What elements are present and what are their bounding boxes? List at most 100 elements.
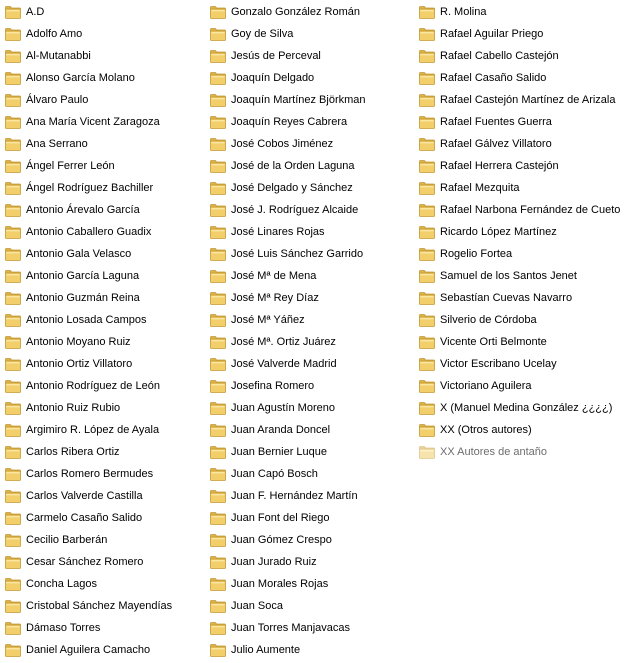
folder-icon: [5, 225, 21, 239]
folder-item[interactable]: Juan Torres Manjavacas: [210, 617, 410, 639]
folder-item[interactable]: Rafael Castejón Martínez de Arizala: [419, 89, 632, 111]
folder-item[interactable]: Goy de Silva: [210, 23, 410, 45]
folder-item[interactable]: Joaquín Martínez Björkman: [210, 89, 410, 111]
folder-item[interactable]: Juan Aranda Doncel: [210, 419, 410, 441]
folder-icon: [5, 27, 21, 41]
folder-item[interactable]: Daniel Aguilera Camacho: [5, 639, 205, 661]
folder-item[interactable]: Alonso García Molano: [5, 67, 205, 89]
folder-item[interactable]: José Mª Yáñez: [210, 309, 410, 331]
folder-item[interactable]: José Valverde Madrid: [210, 353, 410, 375]
folder-item[interactable]: José Mª. Ortiz Juárez: [210, 331, 410, 353]
folder-item[interactable]: Victoriano Aguilera: [419, 375, 632, 397]
folder-item[interactable]: José Mª Rey Díaz: [210, 287, 410, 309]
folder-item[interactable]: Joaquín Delgado: [210, 67, 410, 89]
folder-item[interactable]: Concha Lagos: [5, 573, 205, 595]
folder-item[interactable]: José Linares Rojas: [210, 221, 410, 243]
folder-icon: [210, 401, 226, 415]
folder-item[interactable]: Cecilio Barberán: [5, 529, 205, 551]
folder-item[interactable]: Juan Bernier Luque: [210, 441, 410, 463]
folder-icon: [210, 269, 226, 283]
folder-item[interactable]: José Luis Sánchez Garrido: [210, 243, 410, 265]
folder-item[interactable]: Antonio Ortiz Villatoro: [5, 353, 205, 375]
folder-item[interactable]: Cristobal Sánchez Mayendías: [5, 595, 205, 617]
folder-item[interactable]: Ana Serrano: [5, 133, 205, 155]
folder-item[interactable]: Antonio Caballero Guadix: [5, 221, 205, 243]
folder-item[interactable]: Dámaso Torres: [5, 617, 205, 639]
folder-item[interactable]: José Mª de Mena: [210, 265, 410, 287]
folder-item[interactable]: Rafael Casaño Salido: [419, 67, 632, 89]
folder-item[interactable]: Adolfo Amo: [5, 23, 205, 45]
folder-label: Juan Morales Rojas: [231, 577, 329, 590]
folder-icon: [419, 357, 435, 371]
folder-item[interactable]: X (Manuel Medina González ¿¿¿¿): [419, 397, 632, 419]
folder-item[interactable]: Rafael Cabello Castejón: [419, 45, 632, 67]
folder-label: Silverio de Córdoba: [440, 313, 537, 326]
folder-item[interactable]: Ángel Ferrer León: [5, 155, 205, 177]
folder-item[interactable]: Ángel Rodríguez Bachiller: [5, 177, 205, 199]
folder-item[interactable]: Victor Escribano Ucelay: [419, 353, 632, 375]
folder-item[interactable]: Antonio Guzmán Reina: [5, 287, 205, 309]
folder-item[interactable]: Antonio Rodríguez de León: [5, 375, 205, 397]
folder-item[interactable]: Rafael Mezquita: [419, 177, 632, 199]
folder-item[interactable]: Antonio Ruiz Rubio: [5, 397, 205, 419]
folder-item[interactable]: José de la Orden Laguna: [210, 155, 410, 177]
folder-item[interactable]: Argimiro R. López de Ayala: [5, 419, 205, 441]
folder-item[interactable]: Jesús de Perceval: [210, 45, 410, 67]
folder-item[interactable]: Carlos Valverde Castilla: [5, 485, 205, 507]
folder-item[interactable]: Al-Mutanabbi: [5, 45, 205, 67]
folder-item[interactable]: Juan Morales Rojas: [210, 573, 410, 595]
folder-item[interactable]: Antonio Árevalo García: [5, 199, 205, 221]
folder-icon: [210, 247, 226, 261]
folder-item[interactable]: Ricardo López Martínez: [419, 221, 632, 243]
folder-label: José Mª Yáñez: [231, 313, 305, 326]
folder-icon: [210, 643, 226, 657]
folder-label: Antonio Moyano Ruiz: [26, 335, 131, 348]
folder-label: Antonio Ortiz Villatoro: [26, 357, 133, 370]
folder-item[interactable]: XX (Otros autores): [419, 419, 632, 441]
folder-item[interactable]: Vicente Orti Belmonte: [419, 331, 632, 353]
folder-item[interactable]: Silverio de Córdoba: [419, 309, 632, 331]
folder-item[interactable]: Julio Aumente: [210, 639, 410, 661]
folder-item[interactable]: Josefina Romero: [210, 375, 410, 397]
folder-item[interactable]: Rogelio Fortea: [419, 243, 632, 265]
folder-item[interactable]: Antonio Moyano Ruiz: [5, 331, 205, 353]
folder-item[interactable]: Juan Font del Riego: [210, 507, 410, 529]
folder-item[interactable]: Juan Agustín Moreno: [210, 397, 410, 419]
folder-label: Antonio Losada Campos: [26, 313, 147, 326]
folder-item[interactable]: Álvaro Paulo: [5, 89, 205, 111]
folder-item[interactable]: Antonio Gala Velasco: [5, 243, 205, 265]
folder-item[interactable]: José Cobos Jiménez: [210, 133, 410, 155]
folder-icon: [5, 93, 21, 107]
folder-item[interactable]: Antonio Losada Campos: [5, 309, 205, 331]
folder-item[interactable]: Rafael Narbona Fernández de Cueto: [419, 199, 632, 221]
folder-icon: [419, 423, 435, 437]
folder-item[interactable]: Rafael Herrera Castejón: [419, 155, 632, 177]
folder-item[interactable]: R. Molina: [419, 1, 632, 23]
folder-item[interactable]: Rafael Aguilar Priego: [419, 23, 632, 45]
folder-item[interactable]: Sebastían Cuevas Navarro: [419, 287, 632, 309]
folder-item[interactable]: Samuel de los Santos Jenet: [419, 265, 632, 287]
folder-item[interactable]: Antonio García Laguna: [5, 265, 205, 287]
folder-item[interactable]: Gonzalo González Román: [210, 1, 410, 23]
folder-icon: [5, 115, 21, 129]
folder-item[interactable]: Juan F. Hernández Martín: [210, 485, 410, 507]
folder-item[interactable]: Juan Soca: [210, 595, 410, 617]
folder-item[interactable]: Cesar Sánchez Romero: [5, 551, 205, 573]
folder-item[interactable]: A.D: [5, 1, 205, 23]
folder-item[interactable]: Carlos Ribera Ortiz: [5, 441, 205, 463]
folder-icon: [5, 533, 21, 547]
folder-item[interactable]: Rafael Gálvez Villatoro: [419, 133, 632, 155]
folder-item[interactable]: XX Autores de antaño: [419, 441, 632, 463]
folder-item[interactable]: Juan Jurado Ruiz: [210, 551, 410, 573]
folder-item[interactable]: Rafael Fuentes Guerra: [419, 111, 632, 133]
folder-item[interactable]: Carlos Romero Bermudes: [5, 463, 205, 485]
folder-item[interactable]: Carmelo Casaño Salido: [5, 507, 205, 529]
folder-item[interactable]: Joaquín Reyes Cabrera: [210, 111, 410, 133]
folder-item[interactable]: José Delgado y Sánchez: [210, 177, 410, 199]
folder-item[interactable]: Juan Capó Bosch: [210, 463, 410, 485]
folder-column-3: R. Molina Rafael Aguilar Priego Rafael C…: [419, 1, 632, 463]
folder-item[interactable]: Ana María Vicent Zaragoza: [5, 111, 205, 133]
folder-label: Ana Serrano: [26, 137, 88, 150]
folder-item[interactable]: Juan Gómez Crespo: [210, 529, 410, 551]
folder-item[interactable]: José J. Rodríguez Alcaide: [210, 199, 410, 221]
